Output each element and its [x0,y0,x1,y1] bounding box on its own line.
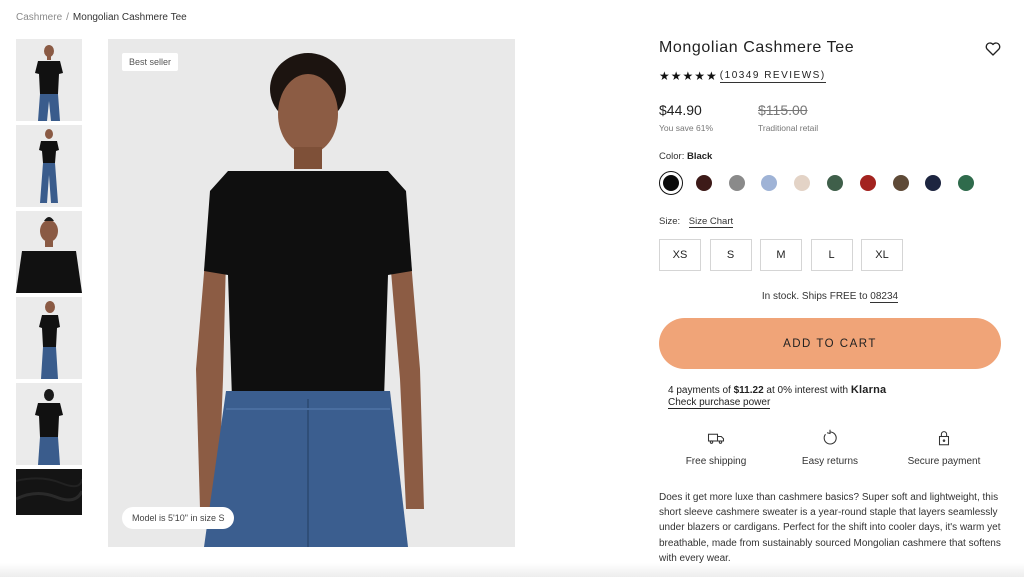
klarna-logo: Klarna [850,384,887,396]
color-swatch-dot [892,175,909,191]
color-swatch-dot [826,175,843,191]
color-swatch-dot [728,175,745,191]
thumbnail-list [16,39,82,519]
product-title: Mongolian Cashmere Tee [659,39,855,56]
color-swatch-8[interactable] [889,171,913,195]
perk-secure-payment: Secure payment [887,429,1001,467]
color-swatch-dot [925,175,942,191]
color-swatch-9[interactable] [921,171,945,195]
size-row: Size: Size Chart [659,216,734,228]
thumbnail-full-body[interactable] [16,125,82,207]
perk-label-secure: Secure payment [907,456,981,467]
model-photo [108,39,515,547]
lock-icon [935,429,953,447]
size-option-xs[interactable]: XS [659,239,701,271]
perk-easy-returns: Easy returns [773,429,887,467]
perk-label-returns: Easy returns [801,456,859,467]
size-option-s[interactable]: S [709,239,752,271]
size-option-m[interactable]: M [760,239,802,271]
color-swatch-dot [695,175,712,191]
stock-text: In stock. Ships FREE to [761,291,871,302]
product-image-main[interactable]: Best seller Model is 5'10" in size S [108,39,515,547]
breadcrumb-current: Mongolian Cashmere Tee [72,12,187,23]
klarna-prefix: 4 payments of [668,385,734,396]
color-swatches [659,171,987,195]
color-swatch-7[interactable] [856,171,880,195]
original-price-label: Traditional retail [758,123,819,133]
thumbnail-front[interactable] [16,39,82,121]
model-size-note: Model is 5'10" in size S [122,507,235,529]
breadcrumb-link-cashmere[interactable]: Cashmere [16,12,62,23]
selected-color: Black [686,151,713,162]
color-swatch-dot [794,175,811,191]
bottom-fade [0,563,1024,577]
reviews-link[interactable]: (10349 REVIEWS) [719,70,826,83]
size-options: XS S M L XL [659,239,912,271]
truck-icon [707,429,725,447]
size-chart-link[interactable]: Size Chart [688,216,734,228]
color-label: Color: Black [659,151,712,162]
size-option-l[interactable]: L [810,239,853,271]
product-description: Does it get more luxe than cashmere basi… [659,492,1001,564]
add-to-cart-button[interactable]: ADD TO CART [659,318,1001,369]
thumbnail-side[interactable] [16,297,82,379]
zip-code-link[interactable]: 08234 [870,291,899,303]
returns-icon [821,429,839,447]
breadcrumb-separator: / [66,12,69,23]
check-purchase-power-link[interactable]: Check purchase power [668,397,771,409]
heart-icon[interactable] [984,40,1002,58]
breadcrumb: Cashmere / Mongolian Cashmere Tee [16,12,187,23]
best-seller-badge: Best seller [122,53,179,71]
color-swatch-dot [958,175,975,191]
stock-status: In stock. Ships FREE to 08234 [659,291,1001,303]
color-swatch-dot [761,175,778,191]
color-swatch-1[interactable] [659,171,683,195]
color-swatch-dot [859,175,876,191]
color-swatch-6[interactable] [823,171,847,195]
rating: ★★★★★ (10349 REVIEWS) [659,69,826,83]
color-swatch-10[interactable] [954,171,978,195]
perk-free-shipping: Free shipping [659,429,773,467]
color-label-text: Color: [659,151,685,162]
color-swatch-4[interactable] [757,171,781,195]
thumbnail-fabric[interactable] [16,469,82,515]
savings-text: You save 61% [659,123,714,133]
color-swatch-5[interactable] [790,171,814,195]
thumbnail-back[interactable] [16,383,82,465]
color-swatch-dot [663,175,679,191]
current-price: $44.90 [659,102,702,118]
klarna-offer: 4 payments of $11.22 at 0% interest with… [668,384,886,396]
thumbnail-close-up[interactable] [16,211,82,293]
color-swatch-2[interactable] [692,171,716,195]
star-rating-icon: ★★★★★ [659,69,718,83]
size-option-xl[interactable]: XL [861,239,903,271]
perk-label-shipping: Free shipping [685,456,747,467]
perks-row: Free shipping Easy returns Secure paymen… [659,429,1001,467]
size-label: Size: [659,216,681,227]
color-swatch-3[interactable] [725,171,749,195]
original-price: $115.00 [758,102,808,118]
klarna-amount: $11.22 [733,385,764,396]
klarna-suffix: at 0% interest with [763,385,851,396]
